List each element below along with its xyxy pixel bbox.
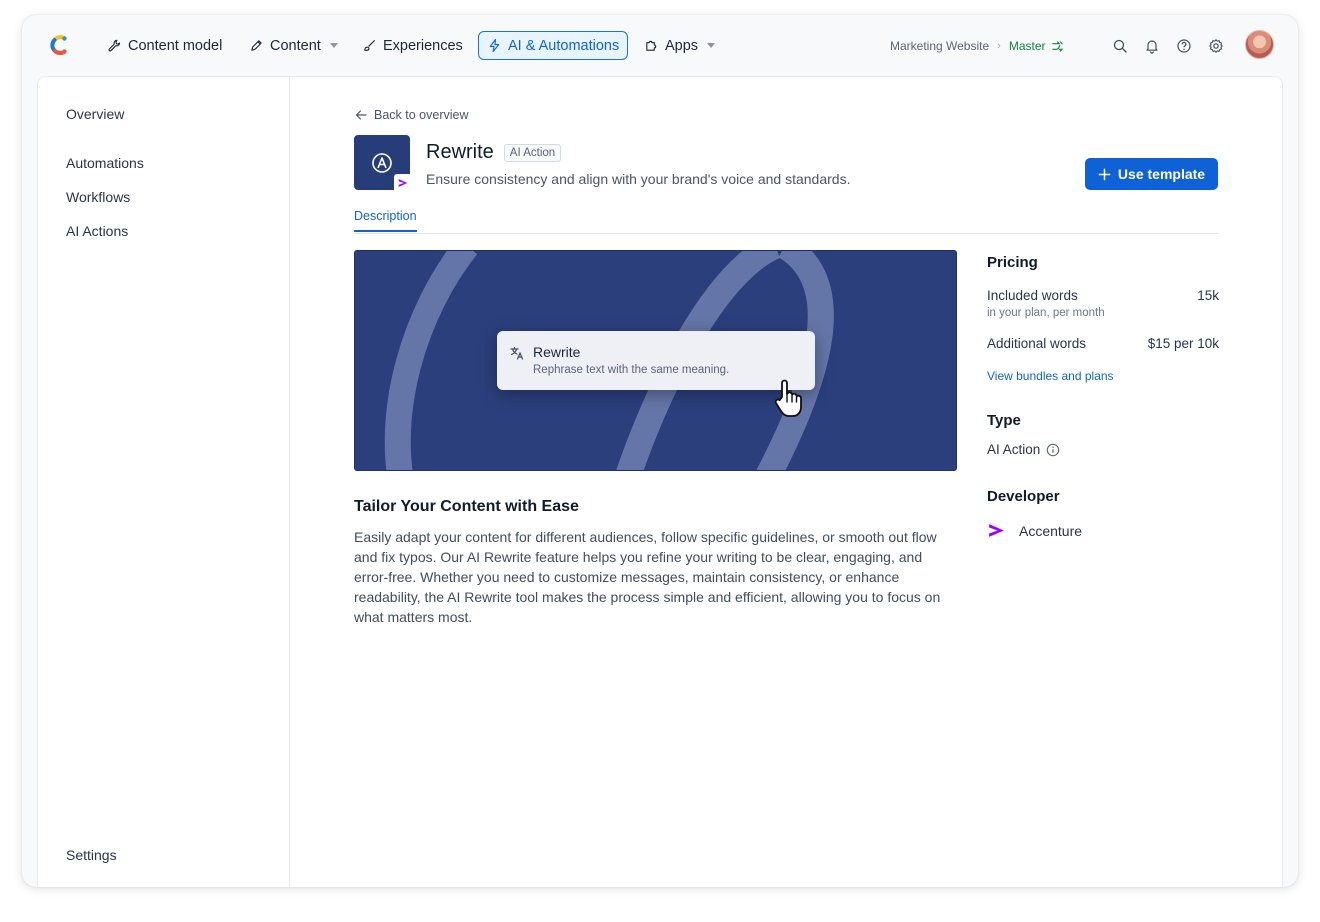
action-logo bbox=[354, 135, 412, 192]
chevron-down-icon bbox=[329, 43, 338, 48]
type-value-row: AI Action bbox=[987, 442, 1060, 457]
gear-icon bbox=[1209, 39, 1223, 53]
sidebar-item-automations[interactable]: Automations bbox=[66, 155, 144, 171]
nav-experiences[interactable]: Experiences bbox=[354, 31, 471, 60]
sidebar-item-workflows[interactable]: Workflows bbox=[66, 189, 130, 205]
help-button[interactable] bbox=[1175, 37, 1193, 55]
additional-words-label: Additional words bbox=[987, 336, 1087, 351]
tab-description[interactable]: Description bbox=[354, 209, 417, 232]
accenture-logo-icon bbox=[989, 524, 1004, 537]
hand-cursor-icon bbox=[774, 379, 802, 417]
chevron-down-icon bbox=[707, 43, 716, 48]
type-heading: Type bbox=[987, 412, 1021, 429]
nav-label: Content model bbox=[128, 37, 223, 54]
contentful-logo-icon[interactable] bbox=[46, 32, 72, 58]
lightning-icon bbox=[489, 38, 500, 53]
chevron-right-icon: › bbox=[997, 40, 1001, 52]
nav-label: Content bbox=[270, 37, 321, 54]
sidebar-item-settings[interactable]: Settings bbox=[66, 847, 117, 863]
pricing-heading: Pricing bbox=[987, 254, 1038, 271]
nav-content-model[interactable]: Content model bbox=[99, 31, 230, 60]
user-avatar[interactable] bbox=[1245, 30, 1274, 59]
back-link-label: Back to overview bbox=[374, 108, 469, 122]
type-tag: AI Action bbox=[503, 143, 562, 162]
nav-label: Experiences bbox=[383, 37, 463, 54]
brush-icon bbox=[364, 39, 376, 51]
back-link[interactable]: Back to overview bbox=[354, 108, 468, 122]
included-words-note: in your plan, per month bbox=[987, 307, 1105, 319]
wrench-icon bbox=[108, 39, 121, 52]
accenture-logo-icon bbox=[398, 179, 408, 187]
help-icon bbox=[1177, 39, 1191, 53]
use-template-button[interactable]: Use template bbox=[1085, 158, 1218, 190]
puzzle-icon bbox=[646, 40, 657, 51]
workspace-card: Overview Automations Workflows AI Action… bbox=[38, 77, 1282, 887]
hero-illustration: Rewrite Rephrase text with the same mean… bbox=[354, 250, 957, 471]
nav-ai-automations[interactable]: AI & Automations bbox=[478, 31, 629, 60]
info-icon[interactable] bbox=[1046, 443, 1060, 457]
included-words-row: Included words 15k bbox=[987, 288, 1219, 303]
button-label: Use template bbox=[1117, 166, 1206, 182]
description-text: Easily adapt your content for different … bbox=[354, 529, 941, 625]
top-navigation: Content model Content Experiences AI & A… bbox=[22, 15, 1298, 77]
rewrite-icon bbox=[372, 153, 392, 173]
space-name: Marketing Website bbox=[890, 39, 990, 53]
menu-item-description: Rephrase text with the same meaning. bbox=[533, 364, 730, 376]
nav-label: Apps bbox=[665, 37, 699, 54]
included-words-label: Included words bbox=[987, 288, 1078, 303]
search-icon bbox=[1113, 39, 1127, 53]
app-window: Content model Content Experiences AI & A… bbox=[22, 15, 1298, 887]
plus-icon bbox=[1098, 168, 1111, 180]
developer-heading: Developer bbox=[987, 488, 1060, 505]
view-bundles-link[interactable]: View bundles and plans bbox=[987, 369, 1114, 383]
settings-button[interactable] bbox=[1207, 37, 1225, 55]
title-row: Rewrite AI Action bbox=[426, 141, 562, 164]
rewrite-menu-item[interactable]: Rewrite Rephrase text with the same mean… bbox=[497, 331, 815, 390]
environment-badge[interactable]: Master bbox=[1009, 39, 1064, 53]
type-value: AI Action bbox=[987, 442, 1041, 457]
accenture-badge bbox=[394, 174, 412, 192]
notifications-button[interactable] bbox=[1143, 37, 1161, 55]
search-button[interactable] bbox=[1111, 37, 1129, 55]
translate-icon bbox=[510, 346, 524, 360]
environment-name: Master bbox=[1008, 39, 1046, 53]
nav-content[interactable]: Content bbox=[241, 31, 346, 60]
nav-apps[interactable]: Apps bbox=[636, 31, 723, 60]
menu-item-title: Rewrite bbox=[533, 344, 581, 360]
nav-label: AI & Automations bbox=[508, 37, 620, 54]
developer-name: Accenture bbox=[1019, 522, 1083, 539]
included-words-value: 15k bbox=[1197, 288, 1219, 303]
main-content: Back to overview Rewrite AI Action Ensur… bbox=[290, 77, 1282, 887]
branch-icon bbox=[1051, 40, 1064, 52]
page-subtitle: Ensure consistency and align with your b… bbox=[426, 171, 851, 187]
arrow-left-icon bbox=[355, 110, 367, 120]
tab-bar: Description bbox=[354, 209, 1218, 234]
additional-words-value: $15 per 10k bbox=[1147, 336, 1219, 351]
section-heading: Tailor Your Content with Ease bbox=[354, 498, 579, 515]
additional-words-row: Additional words $15 per 10k bbox=[987, 336, 1219, 351]
space-environment-breadcrumb[interactable]: Marketing Website › Master bbox=[890, 39, 1064, 53]
sidebar: Overview Automations Workflows AI Action… bbox=[38, 77, 290, 887]
bell-icon bbox=[1146, 40, 1158, 54]
page-title: Rewrite bbox=[426, 141, 494, 163]
sidebar-item-overview[interactable]: Overview bbox=[66, 106, 124, 122]
pen-icon bbox=[251, 40, 262, 51]
developer-row: Accenture bbox=[987, 521, 1082, 540]
sidebar-item-ai-actions[interactable]: AI Actions bbox=[66, 223, 128, 239]
